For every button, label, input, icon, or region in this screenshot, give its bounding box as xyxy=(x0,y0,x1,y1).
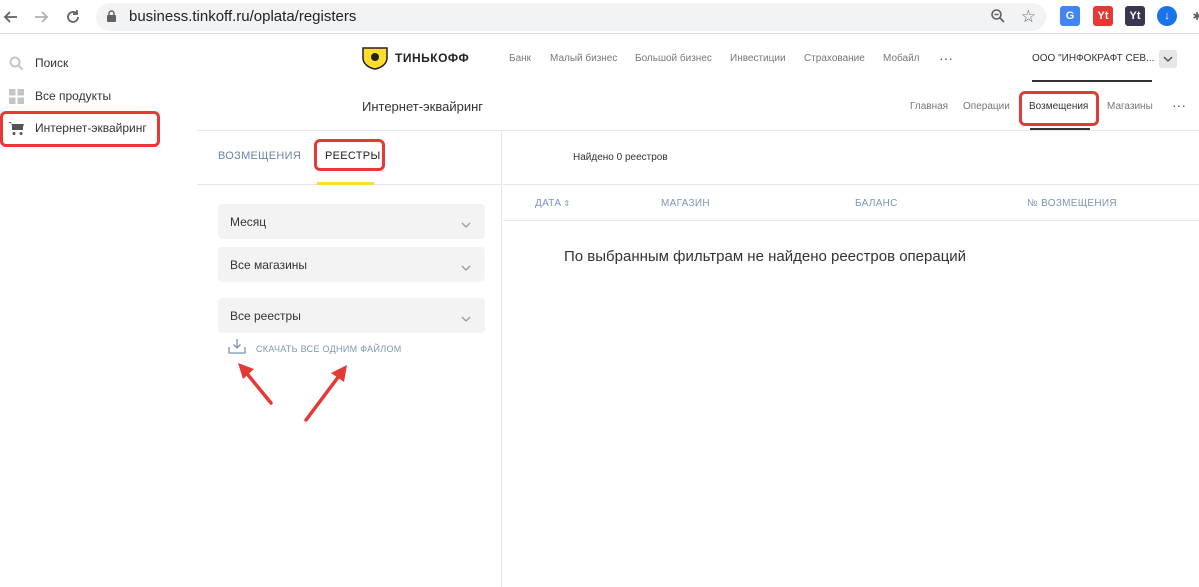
topnav-item-mobile[interactable]: Мобайл xyxy=(883,53,919,64)
mail-icon[interactable] xyxy=(1159,50,1177,68)
download-all-label: СКАЧАТЬ ВСЕ ОДНИМ ФАЙЛОМ xyxy=(256,343,402,354)
tab-operations[interactable]: Операции xyxy=(963,101,1010,112)
page-title: Интернет-эквайринг xyxy=(362,99,484,114)
yt-red-extension-icon[interactable]: Yt xyxy=(1093,6,1113,26)
left-sidebar: Поиск Все продукты Интернет-эквайринг xyxy=(0,35,197,587)
back-icon[interactable] xyxy=(0,6,22,28)
topnav-item-bank[interactable]: Банк xyxy=(509,53,531,64)
subnav-more-button[interactable]: ··· xyxy=(1172,97,1186,113)
puzzle-extensions-icon[interactable]: ✱ xyxy=(1187,6,1199,26)
url-text: business.tinkoff.ru/oplata/registers xyxy=(129,8,357,25)
registers-select[interactable]: Все реестры xyxy=(218,298,485,333)
section-navigation: Интернет-эквайринг Главная Операции Возм… xyxy=(197,83,1199,131)
company-underline xyxy=(1032,80,1152,82)
address-bar[interactable]: business.tinkoff.ru/oplata/registers ☆ xyxy=(96,3,1046,31)
sidebar-item-label: Все продукты xyxy=(35,89,112,103)
active-tab-underline xyxy=(1030,128,1090,130)
topnav-item-insurance[interactable]: Страхование xyxy=(804,53,865,64)
chevron-down-icon xyxy=(461,259,471,277)
filter-tab-refunds[interactable]: ВОЗМЕЩЕНИЯ xyxy=(218,150,301,162)
sidebar-item-all-products[interactable]: Все продукты xyxy=(8,84,111,108)
chevron-down-icon xyxy=(461,310,471,328)
table-header: ДАТА ⇕ МАГАЗИН БАЛАНС № ВОЗМЕЩЕНИЯ xyxy=(503,184,1199,221)
topnav-item-small-business[interactable]: Малый бизнес xyxy=(550,53,617,64)
chevron-down-icon xyxy=(461,216,471,234)
reload-icon[interactable] xyxy=(62,6,84,28)
select-value: Все реестры xyxy=(230,309,301,323)
main-page: ТИНЬКОФФ Банк Малый бизнес Большой бизне… xyxy=(197,35,1199,587)
company-selector[interactable]: ООО "ИНФОКРАФТ СЕВ... xyxy=(1032,53,1154,64)
translate-extension-icon[interactable]: G xyxy=(1060,6,1080,26)
forward-icon[interactable] xyxy=(30,6,52,28)
tinkoff-logo[interactable]: ТИНЬКОФФ xyxy=(361,46,469,70)
found-count: Найдено 0 реестров xyxy=(573,152,668,163)
active-filter-tab-underline xyxy=(317,182,374,185)
annotation-highlight-box xyxy=(314,139,385,171)
tab-main[interactable]: Главная xyxy=(910,101,948,112)
grid-icon xyxy=(8,88,24,104)
column-refund-number: № ВОЗМЕЩЕНИЯ xyxy=(1027,198,1117,209)
column-balance: БАЛАНС xyxy=(855,198,898,209)
search-icon xyxy=(8,55,24,71)
sidebar-item-search[interactable]: Поиск xyxy=(8,51,68,75)
logo-emblem-icon xyxy=(362,47,388,70)
topnav-item-big-business[interactable]: Большой бизнес xyxy=(635,53,712,64)
empty-state-message: По выбранным фильтрам не найдено реестро… xyxy=(564,248,967,265)
annotation-highlight-box xyxy=(1019,91,1099,126)
select-value: Месяц xyxy=(230,215,267,229)
column-date[interactable]: ДАТА ⇕ xyxy=(535,198,570,209)
month-select[interactable]: Месяц xyxy=(218,204,485,239)
topnav-more-button[interactable]: ··· xyxy=(939,50,953,66)
column-shop: МАГАЗИН xyxy=(661,198,710,209)
download-extension-icon[interactable]: ↓ xyxy=(1157,6,1177,26)
top-navigation: ТИНЬКОФФ Банк Малый бизнес Большой бизне… xyxy=(197,35,1199,83)
shops-select[interactable]: Все магазины xyxy=(218,247,485,282)
sort-icon: ⇕ xyxy=(563,199,571,208)
browser-toolbar: business.tinkoff.ru/oplata/registers ☆ G… xyxy=(0,0,1199,34)
annotation-arrows xyxy=(238,363,347,422)
bookmark-star-icon[interactable]: ☆ xyxy=(1021,7,1036,27)
annotation-highlight-box xyxy=(0,111,160,147)
results-panel: Найдено 0 реестров ДАТА ⇕ МАГАЗИН БАЛАНС … xyxy=(503,131,1199,587)
topnav-item-investments[interactable]: Инвестиции xyxy=(730,53,786,64)
logo-text: ТИНЬКОФФ xyxy=(395,51,470,65)
select-value: Все магазины xyxy=(230,258,308,272)
tab-shops[interactable]: Магазины xyxy=(1107,101,1153,112)
lock-icon xyxy=(106,10,117,28)
yt-dark-extension-icon[interactable]: Yt xyxy=(1125,6,1145,26)
sidebar-item-label: Поиск xyxy=(35,56,69,70)
zoom-icon[interactable] xyxy=(990,8,1006,29)
